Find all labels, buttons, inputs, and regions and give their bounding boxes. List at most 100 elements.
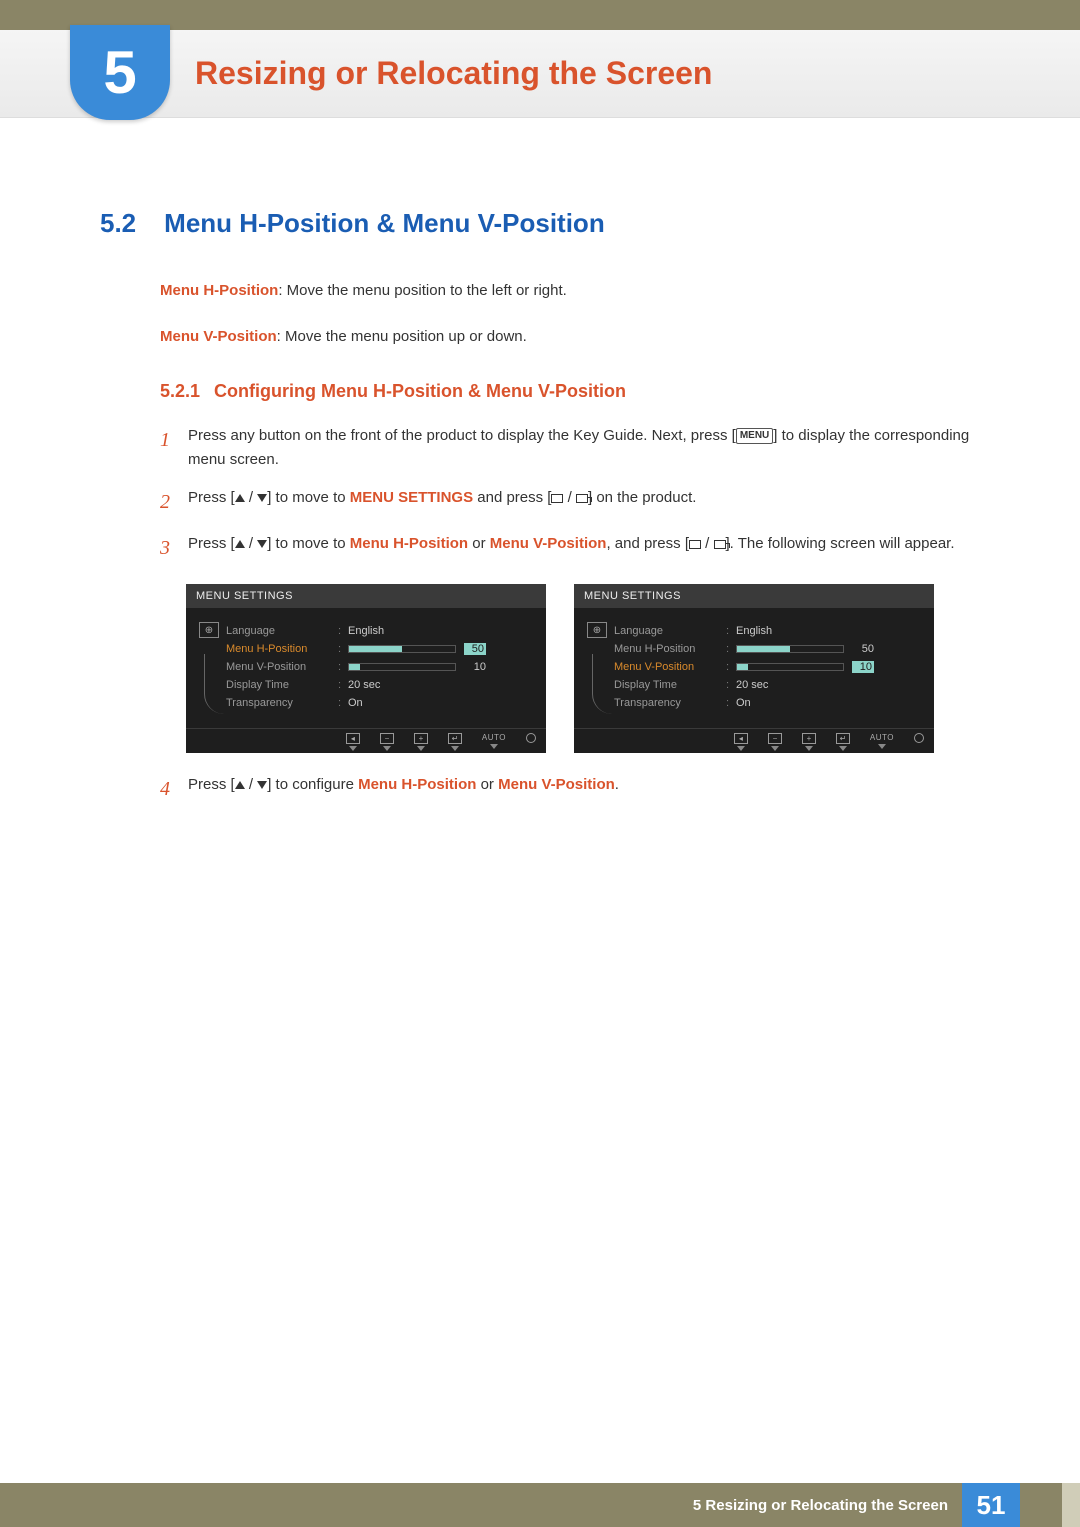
page-content: 5.2 Menu H-Position & Menu V-Position Men… bbox=[0, 118, 1080, 805]
osd-value: On bbox=[348, 697, 363, 709]
menu-key-icon: MENU bbox=[736, 428, 773, 444]
down-arrow-icon bbox=[257, 540, 267, 548]
chapter-title: Resizing or Relocating the Screen bbox=[170, 30, 712, 117]
osd-item-transparency: Transparency:On bbox=[226, 694, 534, 712]
osd-label-active: Menu H-Position bbox=[226, 643, 338, 655]
desc-h-position: Menu H-Position: Move the menu position … bbox=[160, 279, 980, 303]
osd-value: 50 bbox=[464, 643, 486, 655]
osd-auto-label: AUTO bbox=[482, 733, 506, 751]
highlight-v-position: Menu V-Position bbox=[498, 776, 615, 793]
section-title: Menu H-Position & Menu V-Position bbox=[164, 208, 605, 238]
step-text: Press [ / ] to move to MENU SETTINGS and… bbox=[188, 486, 980, 510]
step-text: Press any button on the front of the pro… bbox=[188, 424, 980, 472]
text: ] to configure bbox=[267, 776, 358, 793]
term-v-position: Menu V-Position bbox=[160, 328, 277, 345]
osd-settings-icon: ⊕ bbox=[587, 622, 607, 638]
osd-item-vposition: Menu V-Position: 10 bbox=[614, 658, 922, 676]
step-text: Press [ / ] to move to Menu H-Position o… bbox=[188, 532, 980, 556]
osd-label: Transparency bbox=[614, 697, 726, 709]
subsection-heading: 5.2.1 Configuring Menu H-Position & Menu … bbox=[160, 381, 980, 402]
highlight-h-position: Menu H-Position bbox=[350, 535, 468, 552]
step-text: Press [ / ] to configure Menu H-Position… bbox=[188, 773, 980, 797]
up-arrow-icon bbox=[235, 540, 245, 548]
osd-plus-icon: + bbox=[414, 733, 428, 751]
osd-sidebar: ⊕ bbox=[192, 622, 226, 714]
text: and press [ bbox=[473, 489, 551, 506]
osd-sidebar: ⊕ bbox=[580, 622, 614, 714]
up-arrow-icon bbox=[235, 781, 245, 789]
step-number: 4 bbox=[160, 773, 188, 805]
osd-value: English bbox=[348, 625, 384, 637]
osd-item-hposition: Menu H-Position: 50 bbox=[226, 640, 534, 658]
osd-label: Language bbox=[614, 625, 726, 637]
down-arrow-icon bbox=[257, 781, 267, 789]
subsection-title: Configuring Menu H-Position & Menu V-Pos… bbox=[214, 381, 626, 401]
highlight-h-position: Menu H-Position bbox=[358, 776, 476, 793]
osd-item-language: Language:English bbox=[614, 622, 922, 640]
step-number: 1 bbox=[160, 424, 188, 456]
step-4: 4 Press [ / ] to configure Menu H-Positi… bbox=[160, 773, 980, 805]
osd-item-language: Language:English bbox=[226, 622, 534, 640]
osd-slider: 10 bbox=[736, 661, 874, 673]
step-2: 2 Press [ / ] to move to MENU SETTINGS a… bbox=[160, 486, 980, 518]
osd-label: Menu V-Position bbox=[226, 661, 338, 673]
text: , and press [ bbox=[606, 535, 689, 552]
osd-item-hposition: Menu H-Position: 50 bbox=[614, 640, 922, 658]
osd-slider: 10 bbox=[348, 661, 486, 673]
osd-item-transparency: Transparency:On bbox=[614, 694, 922, 712]
osd-panel-vposition: MENU SETTINGS ⊕ Language:English Menu H-… bbox=[574, 584, 934, 753]
footer-edge-decoration bbox=[1062, 1483, 1080, 1527]
chapter-number-badge: 5 bbox=[70, 25, 170, 120]
display-icon bbox=[689, 540, 701, 549]
desc-h-text: : Move the menu position to the left or … bbox=[278, 282, 567, 299]
osd-back-icon: ◂ bbox=[734, 733, 748, 751]
osd-value: 10 bbox=[464, 661, 486, 673]
text: ] to move to bbox=[267, 535, 350, 552]
osd-curve-decoration bbox=[204, 654, 224, 714]
footer-page-number: 51 bbox=[962, 1483, 1020, 1527]
osd-minus-icon: − bbox=[768, 733, 782, 751]
osd-screenshots-row: MENU SETTINGS ⊕ Language:English Menu H-… bbox=[186, 584, 980, 753]
osd-label: Display Time bbox=[614, 679, 726, 691]
source-icon bbox=[714, 540, 726, 549]
up-arrow-icon bbox=[235, 494, 245, 502]
down-arrow-icon bbox=[257, 494, 267, 502]
osd-label: Menu H-Position bbox=[614, 643, 726, 655]
osd-slider: 50 bbox=[348, 643, 486, 655]
osd-item-displaytime: Display Time:20 sec bbox=[614, 676, 922, 694]
highlight-v-position: Menu V-Position bbox=[490, 535, 607, 552]
osd-enter-icon: ↵ bbox=[836, 733, 850, 751]
osd-value: On bbox=[736, 697, 751, 709]
step-number: 2 bbox=[160, 486, 188, 518]
osd-slider: 50 bbox=[736, 643, 874, 655]
osd-curve-decoration bbox=[592, 654, 612, 714]
highlight-menu-settings: MENU SETTINGS bbox=[350, 489, 473, 506]
osd-label: Display Time bbox=[226, 679, 338, 691]
osd-label: Transparency bbox=[226, 697, 338, 709]
osd-footer-controls: ◂ − + ↵ AUTO bbox=[186, 728, 546, 753]
text: Press [ bbox=[188, 535, 235, 552]
osd-value: English bbox=[736, 625, 772, 637]
text: ] to move to bbox=[267, 489, 350, 506]
subsection-number: 5.2.1 bbox=[160, 381, 200, 401]
osd-value: 20 sec bbox=[348, 679, 380, 691]
text: or bbox=[476, 776, 498, 793]
section-number: 5.2 bbox=[100, 208, 136, 238]
osd-minus-icon: − bbox=[380, 733, 394, 751]
osd-title: MENU SETTINGS bbox=[574, 584, 934, 608]
osd-label: Language bbox=[226, 625, 338, 637]
text: ]. The following screen will appear. bbox=[726, 535, 955, 552]
text: Press any button on the front of the pro… bbox=[188, 427, 736, 444]
text: ] on the product. bbox=[588, 489, 696, 506]
step-1: 1 Press any button on the front of the p… bbox=[160, 424, 980, 472]
page-footer: 5 Resizing or Relocating the Screen 51 bbox=[0, 1483, 1080, 1527]
osd-value: 20 sec bbox=[736, 679, 768, 691]
steps-list: 1 Press any button on the front of the p… bbox=[160, 424, 980, 805]
osd-plus-icon: + bbox=[802, 733, 816, 751]
osd-back-icon: ◂ bbox=[346, 733, 360, 751]
osd-value: 50 bbox=[852, 643, 874, 655]
osd-menu-list: Language:English Menu H-Position: 50 Men… bbox=[226, 622, 534, 714]
section-heading: 5.2 Menu H-Position & Menu V-Position bbox=[100, 208, 980, 239]
osd-power-icon bbox=[914, 733, 924, 751]
chapter-header: 5 Resizing or Relocating the Screen bbox=[0, 30, 1080, 118]
